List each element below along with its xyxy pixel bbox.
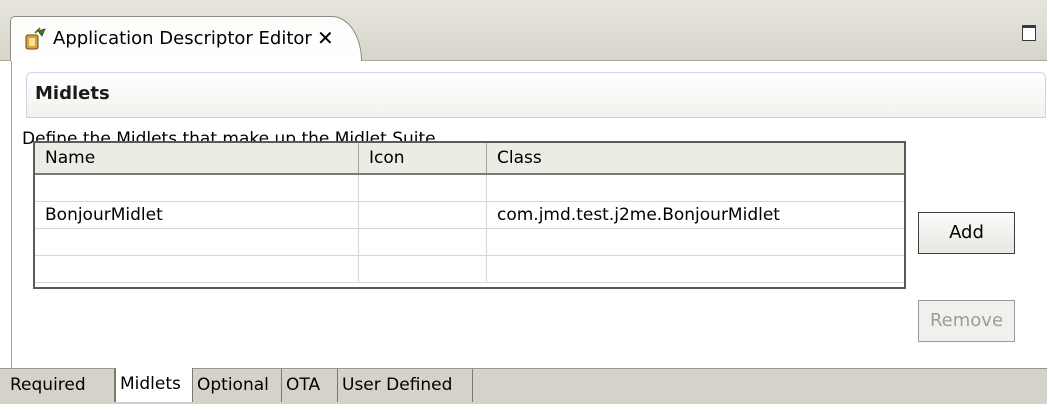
tab-required[interactable]: Required bbox=[0, 369, 115, 402]
tab-user-defined[interactable]: User Defined bbox=[338, 369, 473, 402]
maximize-icon[interactable] bbox=[1022, 25, 1036, 41]
column-header-icon[interactable]: Icon bbox=[359, 143, 487, 173]
cell-name[interactable] bbox=[35, 256, 359, 282]
editor-tab[interactable]: Application Descriptor Editor ✕ bbox=[10, 16, 362, 61]
cell-class[interactable] bbox=[487, 256, 904, 282]
table-header: Name Icon Class bbox=[35, 143, 904, 175]
cell-icon[interactable] bbox=[359, 175, 487, 201]
midlets-table[interactable]: Name Icon Class BonjourMidlet com.jmd.te… bbox=[33, 141, 906, 289]
table-row[interactable] bbox=[35, 175, 904, 202]
table-row[interactable] bbox=[35, 229, 904, 256]
cell-class[interactable] bbox=[487, 229, 904, 255]
page-tab-bar: Required Midlets Optional OTA User Defin… bbox=[0, 368, 1047, 404]
app-descriptor-icon bbox=[25, 27, 46, 50]
tab-midlets[interactable]: Midlets bbox=[115, 368, 193, 402]
column-header-name[interactable]: Name bbox=[35, 143, 359, 173]
column-header-class[interactable]: Class bbox=[487, 143, 904, 173]
cell-class[interactable] bbox=[487, 175, 904, 201]
tab-ota[interactable]: OTA bbox=[282, 369, 338, 402]
section-title: Midlets bbox=[35, 83, 110, 104]
editor-title-bar: Application Descriptor Editor ✕ bbox=[0, 0, 1047, 61]
tab-optional[interactable]: Optional bbox=[193, 369, 282, 402]
cell-name[interactable]: BonjourMidlet bbox=[35, 202, 359, 228]
remove-button[interactable]: Remove bbox=[918, 300, 1015, 342]
cell-name[interactable] bbox=[35, 229, 359, 255]
cell-name[interactable] bbox=[35, 175, 359, 201]
table-row[interactable] bbox=[35, 256, 904, 283]
section-header: Midlets bbox=[26, 72, 1046, 118]
editor-window: Application Descriptor Editor ✕ Midlets … bbox=[0, 0, 1047, 404]
cell-icon[interactable] bbox=[359, 229, 487, 255]
add-button[interactable]: Add bbox=[918, 212, 1015, 254]
cell-icon[interactable] bbox=[359, 256, 487, 282]
editor-tab-title: Application Descriptor Editor bbox=[53, 28, 312, 49]
close-icon[interactable]: ✕ bbox=[317, 26, 334, 50]
cell-icon[interactable] bbox=[359, 202, 487, 228]
cell-class[interactable]: com.jmd.test.j2me.BonjourMidlet bbox=[487, 202, 904, 228]
table-row[interactable]: BonjourMidlet com.jmd.test.j2me.BonjourM… bbox=[35, 202, 904, 229]
